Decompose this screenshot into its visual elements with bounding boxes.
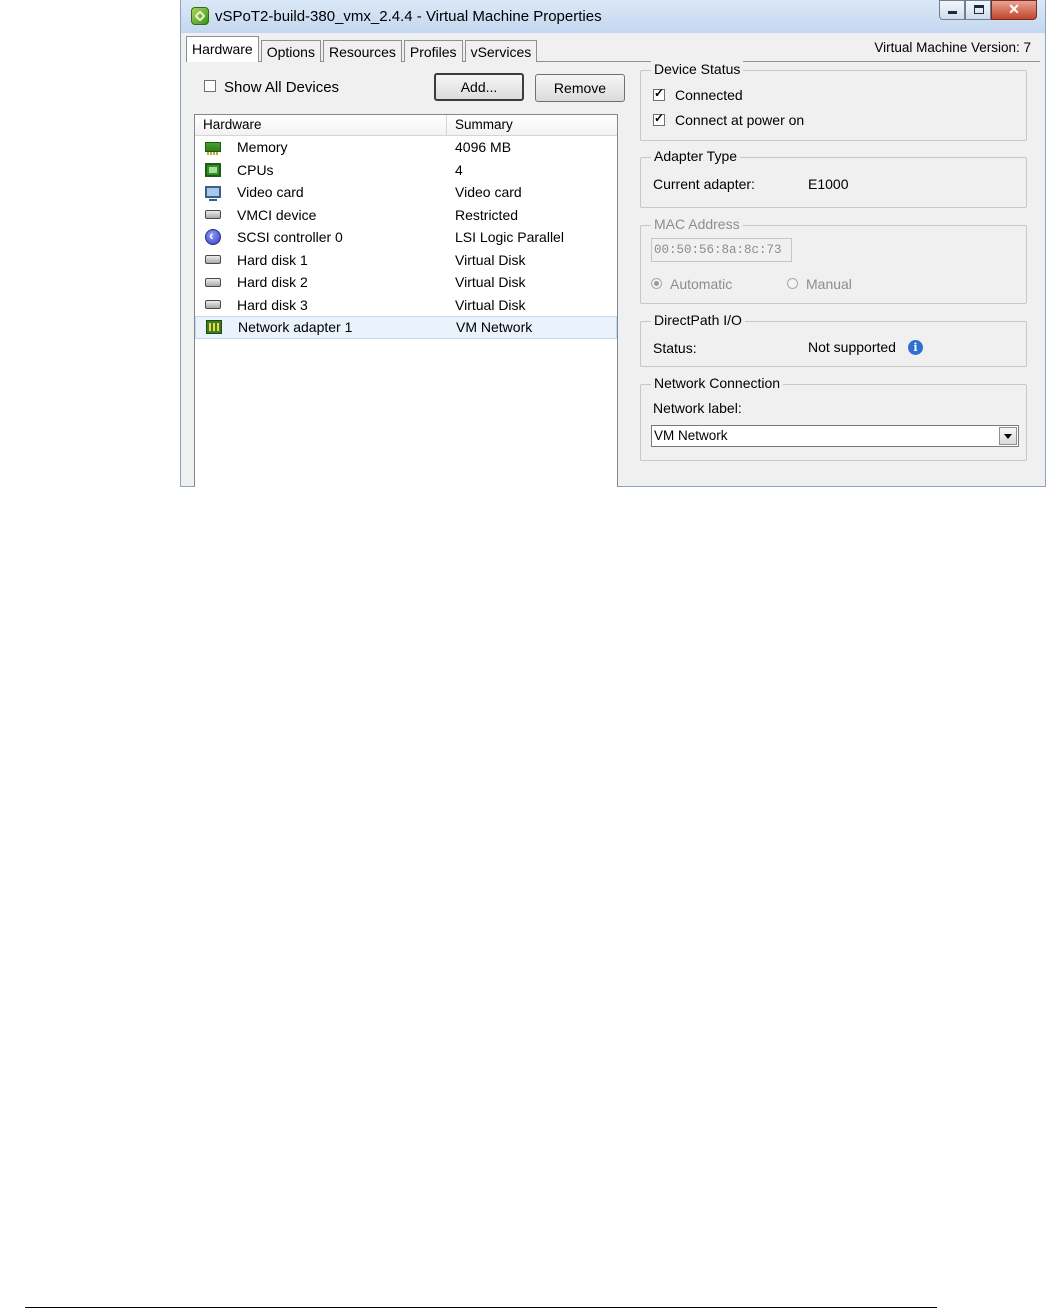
- tab-options[interactable]: Options: [260, 40, 321, 62]
- scsi-controller-icon: [205, 227, 221, 246]
- hardware-row-video-card[interactable]: Video card Video card: [195, 181, 617, 204]
- directpath-group: DirectPath I/O Status: Not supported i: [640, 312, 1027, 367]
- minimize-icon: [948, 11, 957, 14]
- row-summary: Virtual Disk: [455, 251, 526, 268]
- automatic-label: Automatic: [670, 276, 733, 292]
- hardware-row-scsi-controller[interactable]: SCSI controller 0 LSI Logic Parallel: [195, 226, 617, 249]
- mac-address-legend: MAC Address: [651, 216, 743, 232]
- close-button[interactable]: ✕: [991, 0, 1037, 20]
- connected-checkbox[interactable]: Connected: [653, 86, 743, 103]
- tab-vservices[interactable]: vServices: [464, 40, 538, 62]
- row-name: CPUs: [237, 161, 274, 178]
- directpath-status-value: Not supported i: [808, 339, 923, 355]
- automatic-radio[interactable]: Automatic: [651, 276, 732, 292]
- hardware-row-hard-disk-1[interactable]: Hard disk 1 Virtual Disk: [195, 249, 617, 272]
- manual-radio-dot[interactable]: [787, 278, 798, 289]
- maximize-icon: [974, 5, 984, 14]
- hardware-row-cpus[interactable]: CPUs 4: [195, 159, 617, 182]
- tab-resources[interactable]: Resources: [322, 40, 402, 62]
- network-connection-legend: Network Connection: [651, 375, 784, 391]
- connect-at-power-on-checkbox-box[interactable]: [653, 111, 665, 127]
- window-controls: ✕: [939, 0, 1037, 20]
- current-adapter-value: E1000: [808, 176, 849, 192]
- connected-checkbox-box[interactable]: [653, 86, 665, 102]
- show-all-devices-checkbox[interactable]: Show All Devices: [204, 79, 339, 96]
- maximize-button[interactable]: [965, 0, 991, 20]
- column-header-hardware[interactable]: Hardware: [195, 115, 447, 135]
- hard-disk-icon: [205, 300, 221, 310]
- row-summary: Virtual Disk: [455, 296, 526, 313]
- tab-profiles[interactable]: Profiles: [403, 40, 463, 62]
- row-name: SCSI controller 0: [237, 229, 343, 246]
- mac-address-group: MAC Address 00:50:56:8a:8c:73 Automatic …: [640, 216, 1027, 304]
- manual-label: Manual: [806, 276, 852, 292]
- row-name: Video card: [237, 184, 304, 201]
- row-summary: 4096 MB: [455, 139, 512, 156]
- device-status-legend: Device Status: [651, 61, 744, 77]
- show-all-devices-label: Show All Devices: [224, 79, 340, 96]
- row-name: Hard disk 3: [237, 296, 308, 313]
- row-name: Memory: [237, 139, 288, 156]
- checkbox-box[interactable]: [204, 80, 216, 93]
- connect-at-power-on-label: Connect at power on: [675, 112, 805, 128]
- network-adapter-icon: [206, 320, 222, 335]
- row-summary: Restricted: [455, 206, 519, 223]
- adapter-type-group: Adapter Type Current adapter: E1000: [640, 148, 1027, 208]
- row-name: Hard disk 2: [237, 274, 308, 291]
- vmci-device-icon: [205, 210, 221, 220]
- row-summary: LSI Logic Parallel: [455, 229, 564, 246]
- hard-disk-icon: [205, 255, 221, 265]
- directpath-status-label: Status:: [653, 340, 697, 356]
- page-divider: [25, 1307, 937, 1308]
- title-bar[interactable]: vSPoT2-build-380_vmx_2.4.4 - Virtual Mac…: [181, 0, 1045, 33]
- remove-button[interactable]: Remove: [535, 74, 625, 102]
- vm-properties-window: vSPoT2-build-380_vmx_2.4.4 - Virtual Mac…: [180, 0, 1046, 487]
- add-button[interactable]: Add...: [434, 73, 524, 101]
- directpath-legend: DirectPath I/O: [651, 312, 745, 328]
- row-summary: 4: [455, 161, 463, 178]
- hardware-row-network-adapter-1[interactable]: Network adapter 1 VM Network: [195, 316, 617, 339]
- hardware-list-header: Hardware Summary: [195, 115, 617, 136]
- cpu-icon: [205, 162, 221, 177]
- row-summary: VM Network: [456, 319, 533, 336]
- hardware-row-vmci-device[interactable]: VMCI device Restricted: [195, 204, 617, 227]
- connected-label: Connected: [675, 87, 743, 103]
- automatic-radio-dot[interactable]: [651, 278, 662, 289]
- device-status-group: Device Status Connected Connect at power…: [640, 61, 1027, 141]
- hardware-row-hard-disk-3[interactable]: Hard disk 3 Virtual Disk: [195, 294, 617, 317]
- tab-strip: Hardware Options Resources Profiles vSer…: [186, 36, 539, 62]
- network-label-label: Network label:: [653, 400, 742, 416]
- connect-at-power-on-checkbox[interactable]: Connect at power on: [653, 111, 805, 128]
- current-adapter-label: Current adapter:: [653, 176, 755, 192]
- window-title: vSPoT2-build-380_vmx_2.4.4 - Virtual Mac…: [215, 8, 602, 25]
- mac-address-field[interactable]: 00:50:56:8a:8c:73: [651, 238, 792, 262]
- directpath-status-text: Not supported: [808, 339, 896, 355]
- network-label-selected: VM Network: [654, 428, 728, 443]
- network-label-select[interactable]: VM Network: [651, 425, 1019, 447]
- minimize-button[interactable]: [939, 0, 965, 20]
- hard-disk-icon: [205, 277, 221, 287]
- row-name: Hard disk 1: [237, 251, 308, 268]
- info-icon[interactable]: i: [907, 340, 923, 355]
- hardware-row-memory[interactable]: Memory 4096 MB: [195, 136, 617, 159]
- row-summary: Virtual Disk: [455, 274, 526, 291]
- memory-icon: [205, 142, 221, 156]
- row-name: VMCI device: [237, 206, 317, 223]
- network-connection-group: Network Connection Network label: VM Net…: [640, 375, 1027, 461]
- tab-hardware[interactable]: Hardware: [186, 36, 259, 62]
- row-name: Network adapter 1: [238, 319, 353, 336]
- adapter-type-legend: Adapter Type: [651, 148, 741, 164]
- vm-version-label: Virtual Machine Version: 7: [874, 40, 1031, 55]
- close-icon: ✕: [1008, 1, 1020, 17]
- vsphere-icon: [191, 7, 209, 25]
- chevron-down-icon[interactable]: [999, 427, 1017, 445]
- row-summary: Video card: [455, 184, 522, 201]
- hardware-row-hard-disk-2[interactable]: Hard disk 2 Virtual Disk: [195, 271, 617, 294]
- hardware-list[interactable]: Hardware Summary Memory 4096 MB CPUs 4 V…: [194, 114, 618, 487]
- manual-radio[interactable]: Manual: [787, 276, 852, 292]
- video-card-icon: [205, 186, 221, 202]
- column-header-summary[interactable]: Summary: [447, 115, 617, 135]
